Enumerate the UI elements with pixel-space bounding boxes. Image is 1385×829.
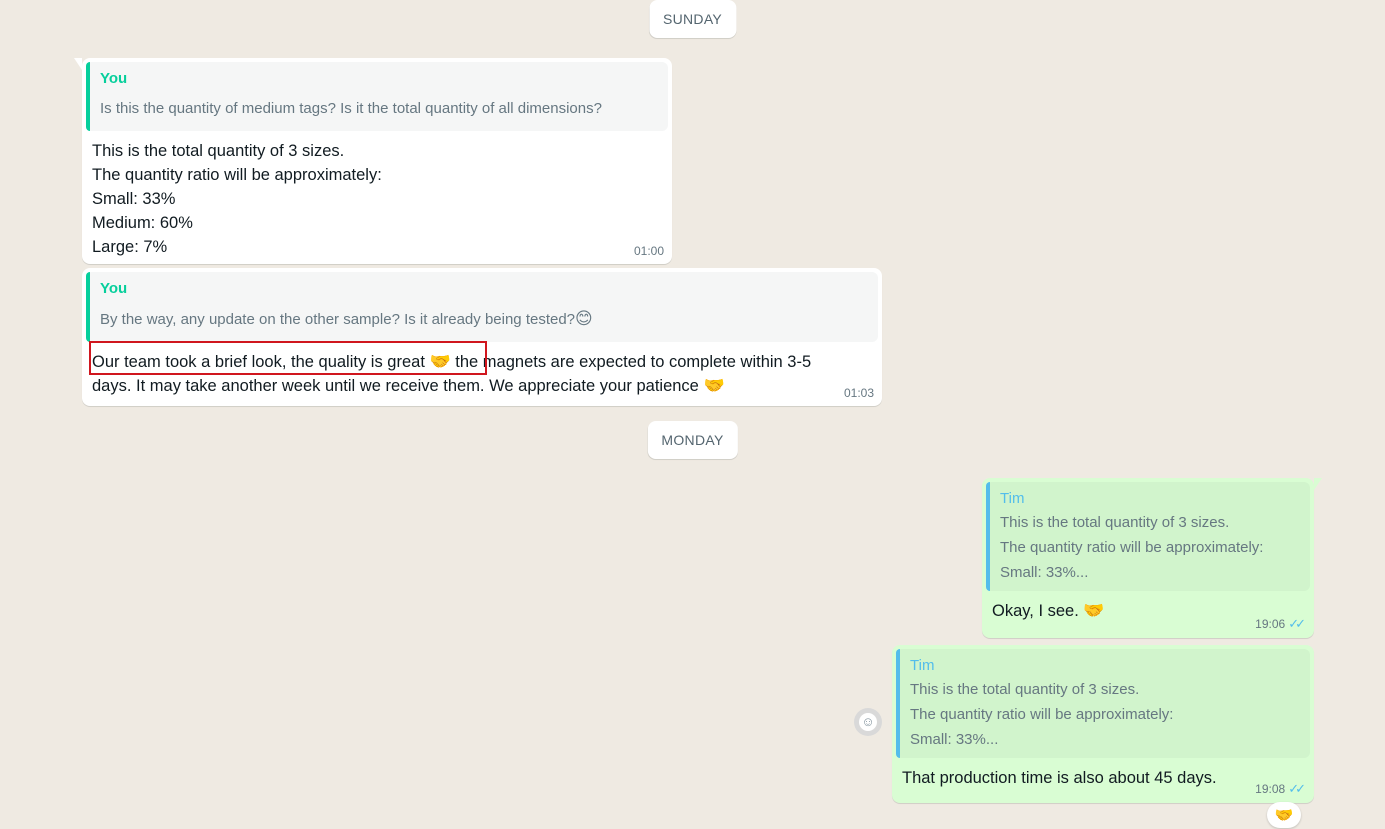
smiley-icon: ☺ [859, 713, 877, 731]
message-text-content: Okay, I see. [992, 602, 1079, 620]
message-time: 19:08 [1255, 782, 1286, 796]
quote-author: Tim [910, 657, 935, 674]
quoted-message[interactable]: Tim This is the total quantity of 3 size… [896, 649, 1310, 758]
message-time: 01:03 [843, 386, 874, 400]
date-separator-monday: MONDAY [647, 421, 738, 459]
date-separator-label: MONDAY [661, 432, 724, 448]
message-meta: 19:06 ✓✓ [1255, 616, 1306, 632]
quote-text: This is the total quantity of 3 sizes. T… [1000, 514, 1264, 581]
double-check-icon: ✓✓ [1288, 781, 1306, 796]
quote-text: This is the total quantity of 3 sizes. T… [910, 681, 1174, 748]
message-reaction-chip[interactable]: 🤝 [1267, 802, 1301, 828]
message-bubble[interactable]: You Is this the quantity of medium tags?… [74, 58, 672, 264]
handshake-emoji-icon: 🤝 [1274, 807, 1294, 824]
handshake-emoji-icon: 🤝 [1083, 601, 1105, 620]
date-separator-label: SUNDAY [662, 11, 723, 27]
message-bubble[interactable]: Tim This is the total quantity of 3 size… [982, 478, 1322, 638]
quote-author: You [100, 70, 128, 87]
message-meta: 01:00 [634, 244, 664, 258]
message-text: This is the total quantity of 3 sizes. T… [92, 142, 382, 256]
quoted-message[interactable]: You By the way, any update on the other … [86, 272, 878, 342]
message-meta: 01:03 [844, 386, 874, 400]
quote-text: Is this the quantity of medium tags? Is … [100, 100, 602, 117]
quoted-message[interactable]: Tim This is the total quantity of 3 size… [986, 482, 1310, 591]
date-separator-sunday: SUNDAY [648, 0, 737, 38]
emoji-reaction-button[interactable]: ☺ [854, 708, 882, 736]
quoted-message[interactable]: You Is this the quantity of medium tags?… [86, 62, 668, 131]
message-time: 01:00 [633, 244, 664, 258]
message-bubble[interactable]: You By the way, any update on the other … [82, 268, 882, 406]
message-bubble[interactable]: Tim This is the total quantity of 3 size… [892, 645, 1314, 803]
bubble-tail [74, 58, 82, 70]
quote-author: Tim [1000, 490, 1025, 507]
message-time: 19:06 [1255, 617, 1286, 631]
chat-panel: SUNDAY You Is this the quantity of mediu… [0, 0, 1385, 829]
quote-author: You [100, 280, 128, 297]
double-check-icon: ✓✓ [1288, 616, 1306, 631]
bubble-tail [1314, 478, 1322, 490]
quote-text: By the way, any update on the other samp… [100, 306, 866, 332]
message-meta: 19:08 ✓✓ [1255, 781, 1306, 797]
quote-text-content: By the way, any update on the other samp… [100, 311, 576, 328]
smiling-face-emoji-icon: 😊 [575, 309, 593, 328]
message-text: That production time is also about 45 da… [902, 769, 1217, 787]
annotation-highlight-box [89, 341, 487, 375]
handshake-emoji-icon: 🤝 [703, 376, 725, 395]
